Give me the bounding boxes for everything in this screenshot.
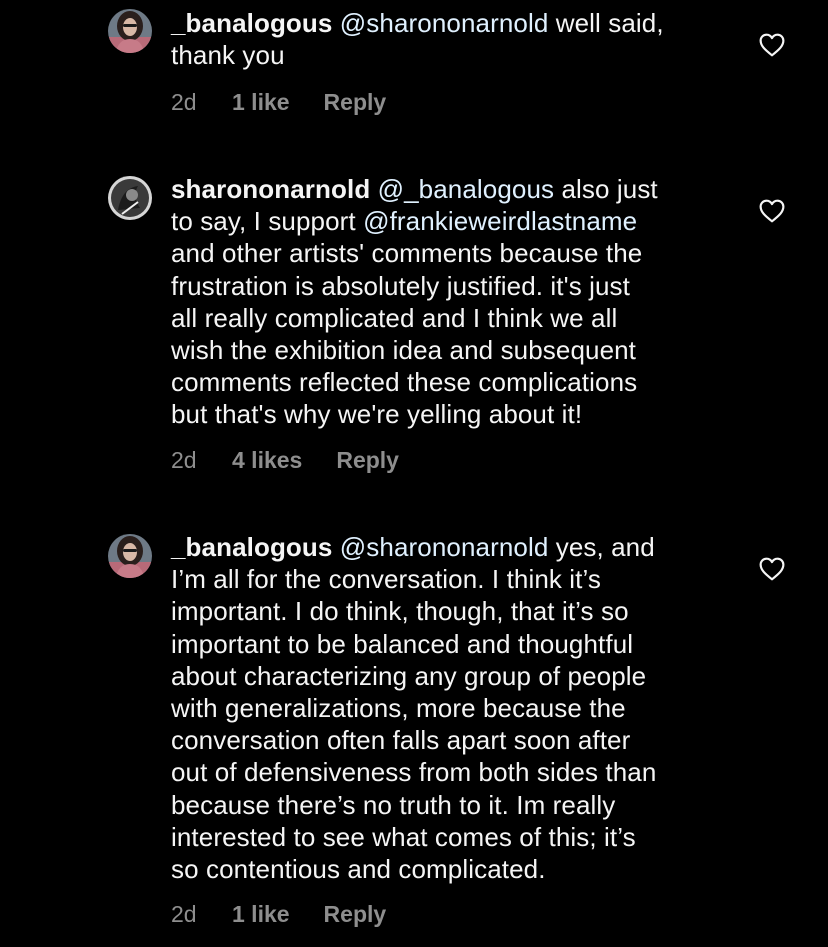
reply-button[interactable]: Reply (324, 901, 387, 928)
comment-line: sharononarnold @_banalogous also just (171, 173, 731, 205)
avatar[interactable] (108, 534, 152, 578)
comment-line: to say, I support @frankieweirdlastname (171, 205, 731, 237)
comment-line-text: well said, (548, 8, 664, 38)
username-link[interactable]: _banalogous (171, 532, 332, 562)
comment-line: _banalogous @sharononarnold well said, (171, 7, 731, 39)
comment-line-text: comments reflected these complications (171, 367, 638, 398)
reply-button[interactable]: Reply (336, 447, 399, 474)
comment-line-text: to say, I support (171, 206, 364, 237)
timestamp[interactable]: 2d (171, 447, 232, 474)
comment-meta: 2d 1 like Reply (171, 901, 386, 928)
comment-line-text: wish the exhibition idea and subsequent (171, 335, 637, 366)
username-link[interactable]: _banalogous (171, 8, 332, 38)
comment-line-text: conversation often falls apart soon afte… (171, 725, 631, 756)
comment-line-text: so contentious and complicated. (171, 854, 546, 885)
comment-meta: 2d 4 likes Reply (171, 447, 399, 474)
comment-line-text: because there’s no truth to it. Im reall… (171, 789, 616, 820)
comment-line-text: also just (554, 174, 658, 204)
timestamp[interactable]: 2d (171, 901, 232, 928)
comment-meta: 2d 1 like Reply (171, 89, 386, 116)
likes-count[interactable]: 1 like (232, 901, 290, 928)
comment-text: _banalogous @sharononarnold well said, t… (171, 7, 731, 71)
comment-line-text: thank you (171, 40, 285, 71)
heart-outline-icon[interactable] (759, 199, 785, 223)
avatar[interactable] (108, 176, 152, 220)
comment-line-text: important to be balanced and thoughtful (171, 628, 634, 659)
comment-line-text: I’m all for the conversation. I think it… (171, 564, 602, 595)
comment-line-text: frustration is absolutely justified. it'… (171, 270, 630, 301)
comment-line-text: but that's why we're yelling about it! (171, 399, 583, 430)
comment-line: _banalogous @sharononarnold yes, and (171, 531, 731, 563)
heart-outline-icon[interactable] (759, 33, 785, 57)
timestamp[interactable]: 2d (171, 89, 232, 116)
comment-line-text: interested to see what comes of this; it… (171, 821, 636, 852)
comment-line-text: out of defensiveness from both sides tha… (171, 757, 657, 788)
mention-link[interactable]: @frankieweirdlastname (363, 206, 637, 236)
comment-line-text: with generalizations, more because the (171, 693, 626, 724)
mention-link[interactable]: @_banalogous (378, 174, 555, 204)
reply-button[interactable]: Reply (324, 89, 387, 116)
comment-line-text: all really complicated and I think we al… (171, 302, 618, 333)
mention-link[interactable]: @sharononarnold (340, 532, 549, 562)
comment-line-text: about characterizing any group of people (171, 660, 647, 691)
username-link[interactable]: sharononarnold (171, 174, 370, 204)
likes-count[interactable]: 1 like (232, 89, 290, 116)
avatar[interactable] (108, 9, 152, 53)
comment-line-text: yes, and (548, 532, 655, 562)
comment-line-text: important. I do think, though, that it’s… (171, 596, 629, 627)
comment-line-text: and other artists' comments because the (171, 238, 643, 269)
comment-text: sharononarnold @_banalogous also just to… (171, 173, 731, 431)
mention-link[interactable]: @sharononarnold (340, 8, 549, 38)
comment-text: _banalogous @sharononarnold yes, and I’m… (171, 531, 731, 885)
likes-count[interactable]: 4 likes (232, 447, 302, 474)
heart-outline-icon[interactable] (759, 557, 785, 581)
